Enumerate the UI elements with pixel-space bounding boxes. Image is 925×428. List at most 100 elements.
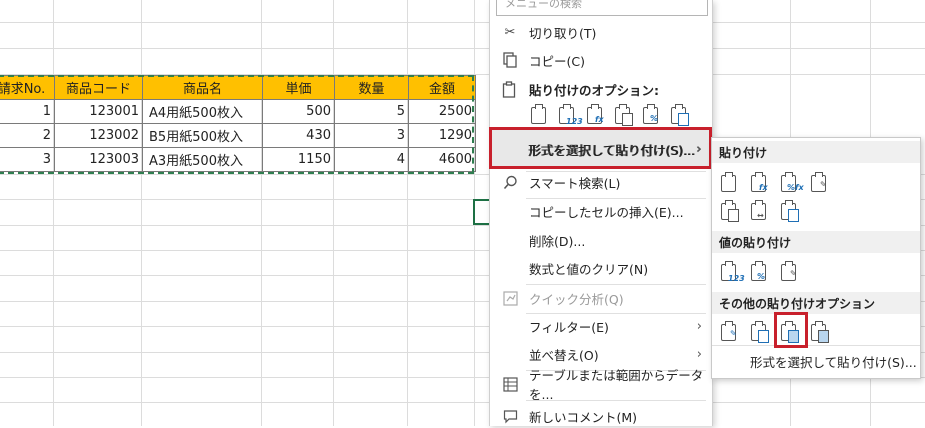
menu-item-insert-copied[interactable]: コピーしたセルの挿入(E)... bbox=[490, 199, 712, 223]
menu-item-label: 新しいコメント(M) bbox=[529, 409, 638, 425]
chevron-right-icon: › bbox=[696, 346, 702, 362]
cell[interactable]: 1150 bbox=[262, 147, 335, 172]
menu-item-quick-analysis[interactable]: クイック分析(Q) bbox=[490, 286, 712, 310]
submenu-header-other: その他の貼り付けオプション bbox=[712, 292, 920, 314]
paste-options-row: 123 fx % bbox=[528, 104, 692, 128]
paste-keep-column-widths-icon[interactable]: ↔ bbox=[748, 200, 772, 224]
cell[interactable]: 500 bbox=[262, 99, 335, 124]
menu-item-label: スマート検索(L) bbox=[529, 175, 621, 191]
paste-formulas-number-format-icon[interactable]: %fx bbox=[778, 172, 804, 196]
menu-item-label: クイック分析(Q) bbox=[529, 291, 624, 307]
quick-analysis-icon bbox=[500, 288, 520, 308]
paste-formatting-icon[interactable]: % bbox=[640, 104, 664, 128]
paste-values-icon[interactable]: 123 bbox=[556, 104, 583, 128]
submenu-paste-row-2: ↔ bbox=[718, 200, 802, 224]
menu-item-table-range[interactable]: テーブルまたは範囲からデータを... bbox=[490, 368, 712, 402]
cell[interactable]: 1290 bbox=[408, 123, 476, 148]
submenu-values-row: 123 % ✎ bbox=[718, 261, 802, 285]
menu-item-label: 形式を選択して貼り付け(S)... bbox=[528, 142, 695, 158]
menu-item-paste-special-label[interactable]: 形式を選択して貼り付け(S)... › bbox=[489, 137, 711, 161]
menu-item-label: 並べ替え(O) bbox=[529, 347, 599, 363]
menu-item-paste-options: 貼り付けのオプション: bbox=[490, 77, 712, 101]
paste-formulas-icon[interactable]: fx bbox=[584, 104, 608, 128]
menu-divider bbox=[526, 284, 706, 285]
header-cell[interactable]: 金額 bbox=[408, 75, 476, 100]
paste-transpose-icon[interactable] bbox=[612, 104, 636, 128]
cell[interactable]: 3 bbox=[334, 123, 409, 148]
menu-item-label: 切り取り(T) bbox=[529, 25, 597, 41]
table-row: 2 123002 B5用紙500枚入 430 3 1290 bbox=[0, 123, 476, 148]
cell[interactable]: 2 bbox=[0, 123, 55, 148]
chevron-right-icon: › bbox=[696, 318, 702, 334]
menu-search-input[interactable]: メニューの検索 bbox=[496, 0, 708, 16]
table-icon bbox=[500, 374, 520, 394]
paste-no-borders-icon[interactable] bbox=[718, 200, 742, 224]
comment-icon bbox=[500, 406, 520, 426]
context-menu: メニューの検索 ✂ 切り取り(T) コピー(C) 貼り付けのオプション: 123… bbox=[489, 0, 713, 426]
cell[interactable]: 123002 bbox=[54, 123, 143, 148]
cell[interactable]: A3用紙500枚入 bbox=[142, 147, 263, 172]
chevron-right-icon: › bbox=[695, 141, 701, 157]
cell[interactable]: 123001 bbox=[54, 99, 143, 124]
cell[interactable]: B5用紙500枚入 bbox=[142, 123, 263, 148]
paste-values-icon[interactable]: 123 bbox=[718, 261, 745, 285]
paste-special-submenu: 貼り付け fx %fx ✎ ↔ 値の貼り付け 123 % ✎ その他の貼り付けオ… bbox=[711, 137, 921, 379]
menu-item-sort[interactable]: 並べ替え(O) › bbox=[490, 342, 712, 366]
annotation-highlight-picture bbox=[774, 312, 808, 348]
header-cell[interactable]: 商品名 bbox=[142, 75, 263, 100]
copy-icon bbox=[500, 50, 520, 70]
paste-linked-picture-icon[interactable] bbox=[808, 321, 832, 345]
cell[interactable]: 2500 bbox=[408, 99, 476, 124]
menu-item-label: フィルター(E) bbox=[529, 319, 609, 335]
search-placeholder: メニューの検索 bbox=[505, 0, 582, 10]
menu-item-label: コピーしたセルの挿入(E)... bbox=[529, 204, 684, 220]
cell[interactable]: 3 bbox=[0, 147, 55, 172]
paste-transpose-icon[interactable] bbox=[778, 200, 802, 224]
header-cell[interactable]: 商品コード bbox=[54, 75, 143, 100]
menu-item-clear-contents[interactable]: 数式と値のクリア(N) bbox=[490, 256, 712, 280]
header-cell[interactable]: 数量 bbox=[334, 75, 409, 100]
menu-item-label: テーブルまたは範囲からデータを... bbox=[529, 368, 704, 402]
clipboard-icon bbox=[500, 79, 520, 99]
paste-keep-source-format-icon[interactable]: ✎ bbox=[808, 172, 832, 196]
data-table: 請求No. 商品コード 商品名 単価 数量 金額 1 123001 A4用紙50… bbox=[0, 75, 476, 172]
cell[interactable]: A4用紙500枚入 bbox=[142, 99, 263, 124]
submenu-paste-special-link[interactable]: 形式を選択して貼り付け(S)... bbox=[750, 352, 917, 371]
table-header-row: 請求No. 商品コード 商品名 単価 数量 金額 bbox=[0, 75, 476, 100]
submenu-header-paste: 貼り付け bbox=[712, 141, 920, 163]
paste-formulas-icon[interactable]: fx bbox=[748, 172, 772, 196]
cell[interactable]: 123003 bbox=[54, 147, 143, 172]
scissors-icon: ✂ bbox=[504, 24, 516, 40]
table-row: 1 123001 A4用紙500枚入 500 5 2500 bbox=[0, 99, 476, 124]
menu-item-label: コピー(C) bbox=[529, 53, 585, 69]
menu-item-cut[interactable]: ✂ 切り取り(T) bbox=[490, 20, 712, 44]
submenu-header-values: 値の貼り付け bbox=[712, 231, 920, 253]
paste-link-icon[interactable] bbox=[668, 104, 692, 128]
header-cell[interactable]: 単価 bbox=[262, 75, 335, 100]
cell[interactable]: 4600 bbox=[408, 147, 476, 172]
search-icon bbox=[500, 172, 520, 192]
menu-item-smart-lookup[interactable]: スマート検索(L) bbox=[490, 170, 712, 194]
menu-item-copy[interactable]: コピー(C) bbox=[490, 48, 712, 72]
cell[interactable]: 5 bbox=[334, 99, 409, 124]
paste-values-source-format-icon[interactable]: ✎ bbox=[778, 261, 802, 285]
menu-divider bbox=[526, 400, 706, 401]
paste-link-icon[interactable] bbox=[748, 321, 772, 345]
submenu-divider bbox=[712, 345, 920, 346]
menu-item-label: 貼り付けのオプション: bbox=[529, 82, 659, 98]
paste-values-number-format-icon[interactable]: % bbox=[748, 261, 772, 285]
menu-item-label: 削除(D)... bbox=[529, 233, 586, 249]
menu-item-filter[interactable]: フィルター(E) › bbox=[490, 314, 712, 338]
cell[interactable]: 4 bbox=[334, 147, 409, 172]
menu-item-new-comment[interactable]: 新しいコメント(M) bbox=[490, 404, 712, 428]
paste-formatting-icon[interactable]: ✎ bbox=[718, 321, 742, 345]
header-cell[interactable]: 請求No. bbox=[0, 75, 55, 100]
paste-icon[interactable] bbox=[718, 172, 742, 196]
menu-item-delete[interactable]: 削除(D)... bbox=[490, 228, 712, 252]
menu-item-label: 数式と値のクリア(N) bbox=[529, 261, 649, 277]
cell[interactable]: 430 bbox=[262, 123, 335, 148]
cell[interactable]: 1 bbox=[0, 99, 55, 124]
table-row: 3 123003 A3用紙500枚入 1150 4 4600 bbox=[0, 147, 476, 172]
submenu-paste-row-1: fx %fx ✎ bbox=[718, 172, 832, 196]
paste-icon[interactable] bbox=[528, 104, 552, 128]
